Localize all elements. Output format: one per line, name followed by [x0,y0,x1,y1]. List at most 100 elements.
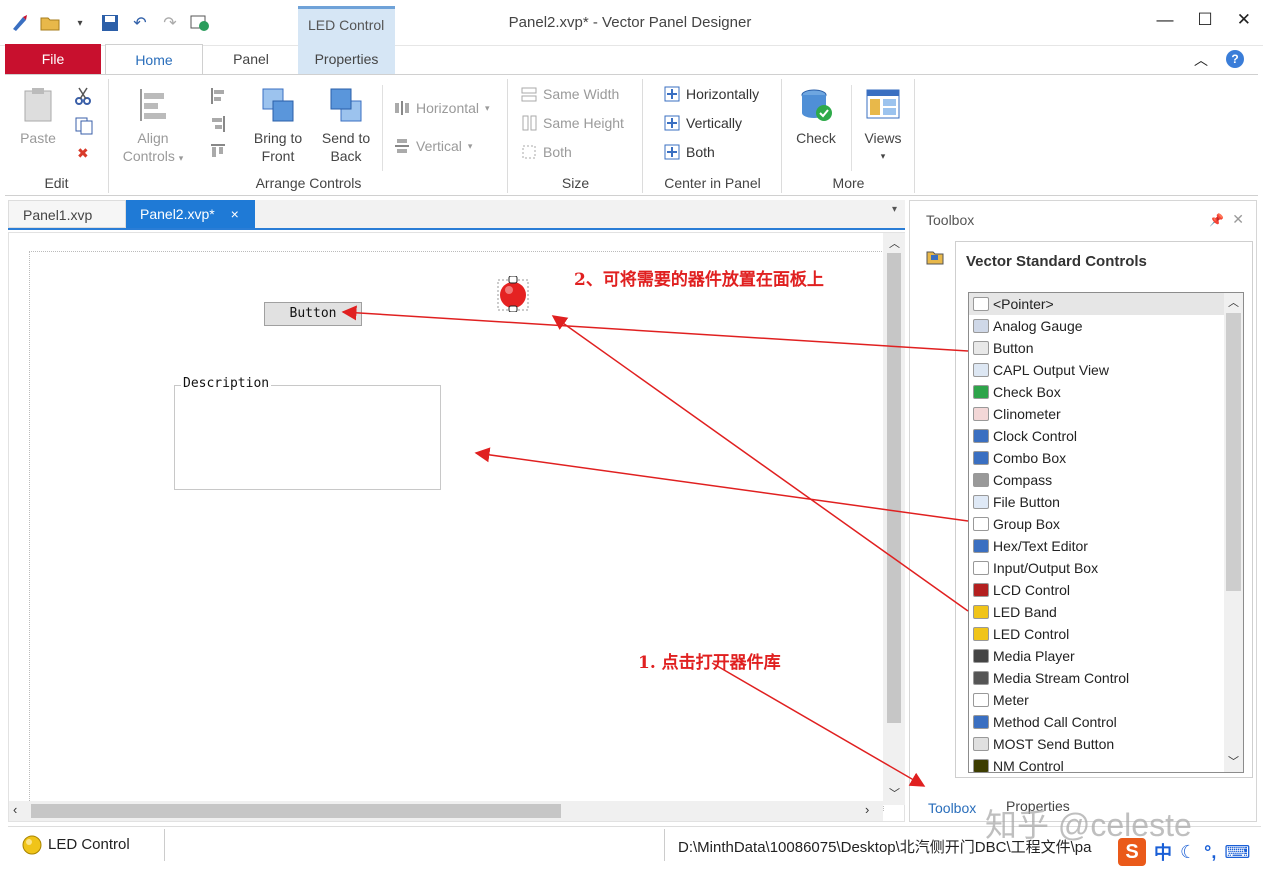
scroll-down-icon[interactable]: ﹀ [889,785,900,801]
app-icon[interactable] [8,11,32,35]
tab-panel[interactable]: Panel [210,44,292,74]
maximize-icon[interactable]: ☐ [1198,10,1213,30]
redo-icon[interactable]: ↷ [158,11,182,35]
tab-properties[interactable]: Properties [298,44,395,74]
list-scrollbar[interactable]: ︿ ﹀ [1224,293,1243,772]
toolbox-item-meter[interactable]: Meter [969,689,1224,711]
tab-panel1[interactable]: Panel1.xvp [8,200,126,228]
toolbox-item-media-player[interactable]: Media Player [969,645,1224,667]
led-control[interactable] [497,275,529,313]
tab-panel2[interactable]: Panel2.xvp* × [126,200,255,228]
scroll-right-icon[interactable]: › [865,802,869,817]
toolbox-item-media-stream-control[interactable]: Media Stream Control [969,667,1224,689]
toolbox-item-led-control[interactable]: LED Control [969,623,1224,645]
button-control[interactable]: Button [264,302,362,326]
tabs-dropdown-icon[interactable]: ▾ [892,204,897,215]
toolbox-item-group-box[interactable]: Group Box [969,513,1224,535]
ime-logo-icon[interactable]: S [1118,838,1146,866]
check-box-icon [973,385,989,399]
vertical-scrollbar[interactable]: ︿ ﹀ [883,233,905,805]
help-icon[interactable]: ? [1226,50,1244,68]
center-both-icon [664,144,680,160]
scroll-thumb[interactable] [31,804,561,818]
context-tab-led-control[interactable]: LED Control [298,6,395,46]
toolbox-item-clock-control[interactable]: Clock Control [969,425,1224,447]
toolbox-item-file-button[interactable]: File Button [969,491,1224,513]
punctuation-icon[interactable]: °, [1204,842,1216,863]
center-horizontally-button[interactable]: Horizontally [664,83,759,105]
group-box-control[interactable]: Description [174,376,441,490]
toolbox-item-label: LED Control [993,626,1070,642]
center-both-label: Both [686,144,715,160]
cut-icon[interactable] [75,87,91,108]
collapse-ribbon-icon[interactable]: ︿ [1194,50,1208,70]
save-icon[interactable] [98,11,122,35]
tab-close-icon[interactable]: × [231,206,239,222]
annotation-step1: 1. 点击打开器件库 [638,653,781,673]
align-left-icon[interactable] [210,87,226,108]
distribute-horizontal-button[interactable]: Horizontal ▾ [394,97,490,119]
toolbox-item-check-box[interactable]: Check Box [969,381,1224,403]
scroll-thumb[interactable] [887,253,901,723]
distribute-vertical-button[interactable]: Vertical ▾ [394,135,472,157]
send-to-back-button[interactable]: Send to Back [314,87,378,165]
moon-icon[interactable]: ☾ [1180,842,1196,863]
scroll-down-icon[interactable]: ﹀ [1228,753,1239,769]
toolbox-item-pointer[interactable]: <Pointer> [969,293,1224,315]
panel-surface[interactable] [29,251,884,811]
bring-label-2: Front [261,148,295,164]
scroll-thumb[interactable] [1226,313,1241,591]
toolbox-item-clinometer[interactable]: Clinometer [969,403,1224,425]
ime-language[interactable]: 中 [1154,839,1172,865]
center-vertically-button[interactable]: Vertically [664,112,742,134]
dropdown-icon[interactable]: ▾ [68,11,92,35]
scroll-up-icon[interactable]: ︿ [1228,294,1239,310]
pin-icon[interactable]: 📌 [1209,213,1224,227]
scroll-left-icon[interactable]: ‹ [13,802,17,817]
horizontal-dropdown-icon: ▾ [485,102,490,113]
check-button[interactable]: Check [791,87,841,147]
keyboard-icon[interactable]: ⌨ [1224,842,1250,863]
center-vertically-label: Vertically [686,115,743,131]
tab-file[interactable]: File [5,44,101,74]
toolbox-item-nm-control[interactable]: NM Control [969,755,1224,772]
same-height-label: Same Height [543,115,624,131]
tab-toolbox[interactable]: Toolbox [918,795,987,817]
toolbox-item-most-send-button[interactable]: MOST Send Button [969,733,1224,755]
toolbox-item-button[interactable]: Button [969,337,1224,359]
category-folder-icon[interactable] [926,249,944,265]
toolbox-item-method-call-control[interactable]: Method Call Control [969,711,1224,733]
align-top-icon[interactable] [210,143,226,164]
toolbox-item-input-output-box[interactable]: Input/Output Box [969,557,1224,579]
panel-export-icon[interactable] [188,11,212,35]
close-icon[interactable]: ✕ [1237,10,1251,30]
undo-icon[interactable]: ↶ [128,11,152,35]
toolbox-item-led-band[interactable]: LED Band [969,601,1224,623]
align-controls-button[interactable]: Align Controls ▾ [118,87,188,167]
scroll-up-icon[interactable]: ︿ [889,235,900,251]
tab-home[interactable]: Home [105,44,203,75]
delete-icon[interactable]: ✖ [77,145,89,162]
toolbox-item-lcd-control[interactable]: LCD Control [969,579,1224,601]
toolbox-item-compass[interactable]: Compass [969,469,1224,491]
copy-icon[interactable] [75,117,93,138]
same-height-button[interactable]: Same Height [521,112,624,134]
status-divider [164,829,165,861]
align-right-icon[interactable] [210,115,226,136]
toolbox-item-capl-output-view[interactable]: CAPL Output View [969,359,1224,381]
toolbox-item-analog-gauge[interactable]: Analog Gauge [969,315,1224,337]
same-size-both-button[interactable]: Both [521,141,572,163]
panel-canvas[interactable]: Button Description ︿ ﹀ ‹ › [8,232,905,822]
paste-button[interactable]: Paste [15,87,61,147]
horizontal-scrollbar[interactable]: ‹ › [9,801,883,821]
same-width-button[interactable]: Same Width [521,83,619,105]
open-folder-icon[interactable] [38,11,62,35]
minimize-icon[interactable]: — [1157,10,1174,30]
bring-to-front-button[interactable]: Bring to Front [246,87,310,165]
toolbox-pane: Toolbox 📌 ✕ Vector Standard Controls <Po… [909,200,1257,822]
toolbox-item-combo-box[interactable]: Combo Box [969,447,1224,469]
center-both-button[interactable]: Both [664,141,715,163]
close-icon[interactable]: ✕ [1232,211,1244,228]
toolbox-item-hex-text-editor[interactable]: Hex/Text Editor [969,535,1224,557]
views-button[interactable]: Views ▾ [857,87,909,165]
